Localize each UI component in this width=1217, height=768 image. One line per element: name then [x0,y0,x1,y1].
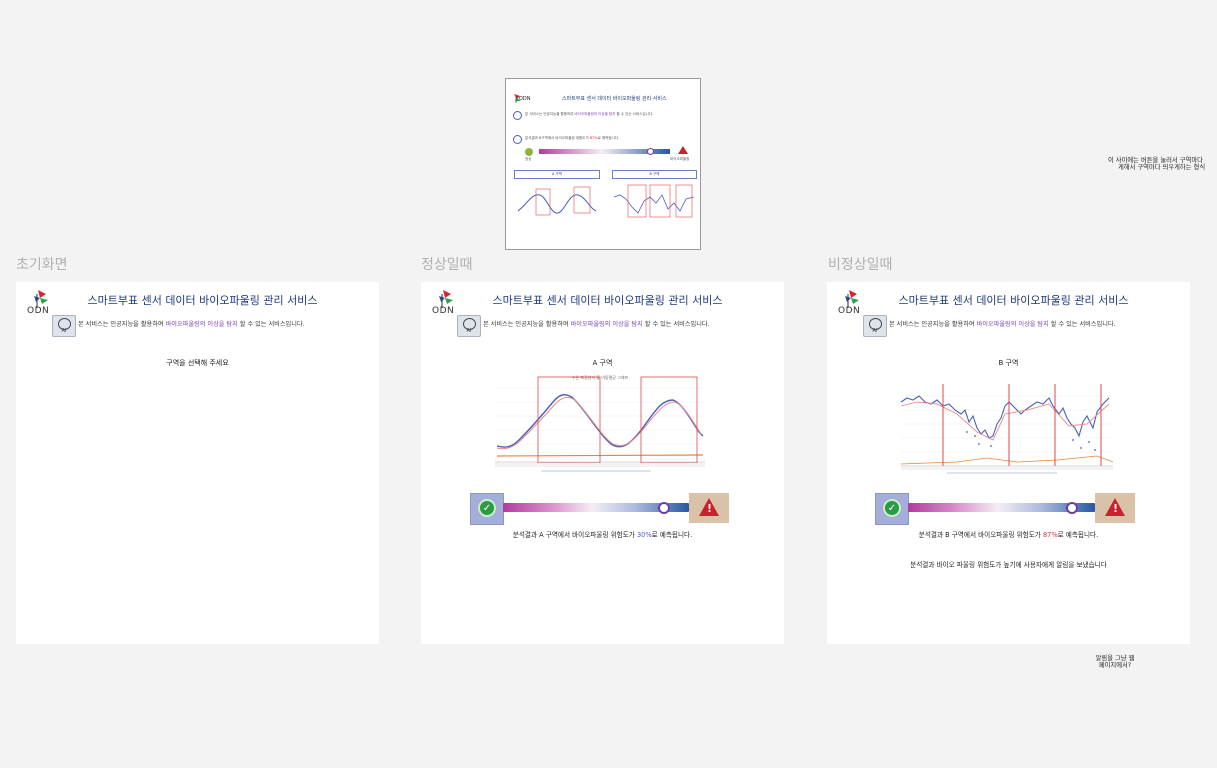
thumb-desc: 본 서비스는 인공지능을 활용하여 바이오파울링의 이상을 탐지 할 수 있는 … [525,112,654,116]
risk-gauge-knob [658,501,670,514]
thumb-globe-icon-2 [513,135,522,144]
anomaly-box-2 [640,376,698,464]
thumb-logo-text: ODN [519,96,531,102]
thumb-title: 스마트부표 센서 데이터 바이오파울링 관리 서비스 [562,96,667,102]
risk-gauge-knob [1066,501,1078,514]
thumb-check-icon [525,148,533,156]
frame-initial: ODN 스마트부표 센서 데이터 바이오파울링 관리 서비스 AI 본 서비스는… [16,282,379,644]
thumb-chart-a [517,186,597,216]
series-predicted [496,396,702,450]
ai-badge: AI [457,315,481,337]
frame-label-abnormal: 비정상일때 [828,257,893,273]
normal-status-icon: ✓ [875,493,909,525]
app-title: 스마트부표 센서 데이터 바이오파울링 관리 서비스 [898,294,1129,307]
thumb-result: 분석결과 B구역에서 바이오파울링 위험도가 87%로 예측됩니다. [525,136,620,140]
thumb-alert-icon [678,146,688,154]
frame-label-normal: 정상일때 [421,257,473,273]
app-title: 스마트부표 센서 데이터 바이오파울링 관리 서비스 [87,294,318,307]
x-axis-labels [901,467,1113,470]
x-axis-labels [495,463,705,467]
ai-badge: AI [52,315,76,337]
risk-result: 분석결과 B 구역에서 바이오파울링 위험도가 87%로 예측됩니다. [918,531,1099,539]
note-right: 이 사이에는 버튼을 눌러서 구역마다 게해서 구역마다 띄우게하는 형식 [1108,157,1206,171]
zone-title: A 구역 [592,359,613,367]
note-bottom: 알림을 그냥 웹 페이지에서? [1095,655,1135,669]
thumb-abnormal-label: 바이오파울링 [670,157,690,161]
brain-icon [869,318,882,330]
zone-a-chart: 수온 측정센서 중 이동평균 그래프 [495,374,705,472]
alert-status-icon: ! [1095,493,1135,523]
service-description: 본 서비스는 인공지능을 활용하여 바이오파울링의 이상을 탐지 할 수 있는 … [78,321,305,328]
thumb-chart-b [613,184,695,218]
series-measured [900,395,1110,439]
thumb-tab-b[interactable]: B 구역 [612,170,697,179]
chart-legend [541,470,651,472]
series-baseline [900,455,1114,465]
risk-result: 분석결과 A 구역에서 바이오파울링 위험도가 30%로 예측됩니다. [512,531,693,539]
brain-icon [463,318,476,330]
zone-title: B 구역 [998,359,1019,367]
ai-badge: AI [863,315,887,337]
chart-legend [947,472,1057,474]
risk-gauge-bar [908,501,1095,514]
alert-status-icon: ! [689,493,729,523]
service-description: 본 서비스는 인공지능을 활용하여 바이오파울링의 이상을 탐지 할 수 있는 … [483,321,710,328]
scatter-points [966,431,1096,451]
frame-label-initial: 초기화면 [16,257,68,273]
thumb-normal-label: 정상 [525,157,532,161]
brain-icon [58,318,71,330]
thumb-tab-a[interactable]: A 구역 [514,170,600,179]
alert-sent-message: 분석결과 바이오 파울링 위험도가 높기에 사용자에게 알림을 보냈습니다 [910,561,1107,569]
normal-status-icon: ✓ [470,493,504,525]
service-description: 본 서비스는 인공지능을 활용하여 바이오파울링의 이상을 탐지 할 수 있는 … [889,321,1116,328]
thumbnail-preview[interactable]: ODN 스마트부표 센서 데이터 바이오파울링 관리 서비스 본 서비스는 인공… [505,78,701,250]
risk-gauge-bar [503,501,689,514]
zone-select-prompt: 구역을 선택해 주세요 [166,359,229,367]
thumb-gauge-knob [647,148,654,155]
frame-abnormal: ODN 스마트부표 센서 데이터 바이오파울링 관리 서비스 AI 본 서비스는… [827,282,1190,644]
frame-normal: ODN 스마트부표 센서 데이터 바이오파울링 관리 서비스 AI 본 서비스는… [421,282,784,644]
thumb-globe-icon [513,111,522,120]
zone-b-chart [900,384,1114,474]
app-title: 스마트부표 센서 데이터 바이오파울링 관리 서비스 [492,294,723,307]
